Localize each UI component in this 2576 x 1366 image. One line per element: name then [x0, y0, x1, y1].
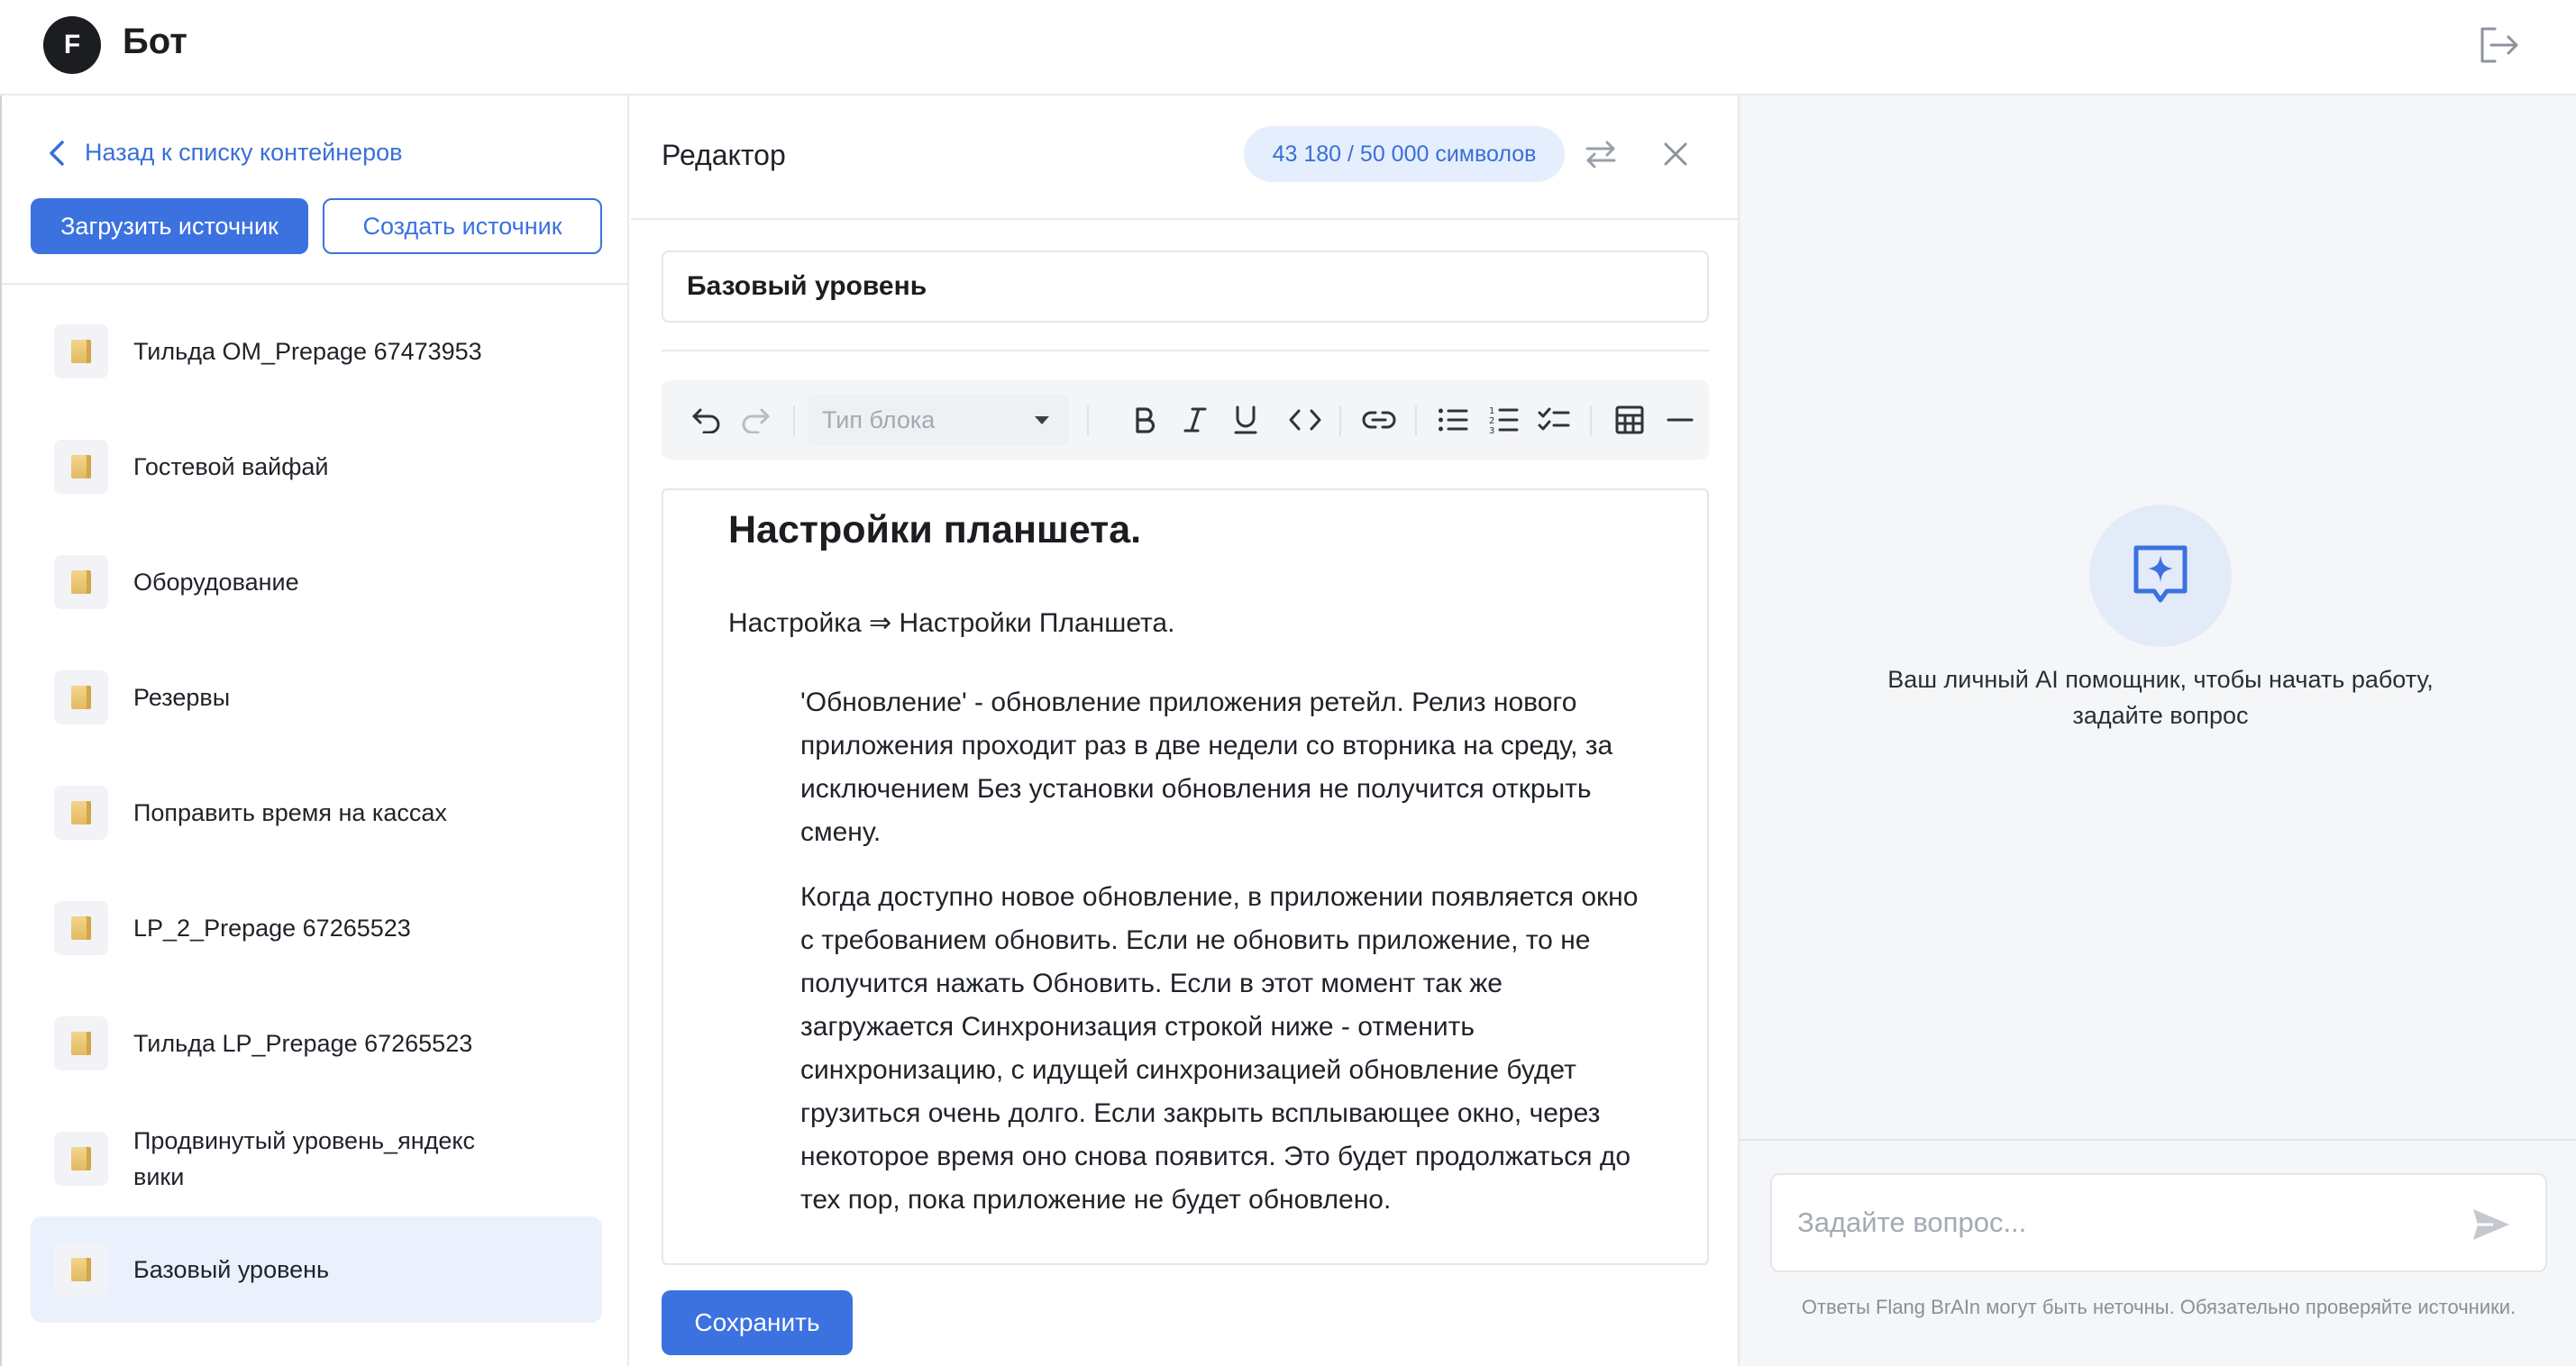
editor-panel: Редактор 43 180 / 50 000 символов Базовы…	[631, 96, 1738, 1366]
source-item-label: Тильда OM_Prepage 67473953	[133, 338, 482, 365]
source-item[interactable]: Продвинутый уровень_яндекс вики	[31, 1101, 602, 1216]
editor-content[interactable]: Настройки планшета. Настройка ⇒ Настройк…	[662, 488, 1709, 1265]
create-source-button[interactable]: Создать источник	[323, 198, 602, 254]
table-icon[interactable]	[1610, 400, 1649, 440]
toolbar-separator	[1339, 405, 1341, 436]
toolbar-separator	[1415, 405, 1417, 436]
ai-assistant-icon	[2089, 505, 2232, 647]
app-header: F Бот	[0, 0, 2576, 96]
title-divider	[662, 350, 1709, 351]
question-input-placeholder: Задайте вопрос...	[1797, 1207, 2027, 1238]
source-item[interactable]: LP_2_Prepage 67265523	[31, 870, 602, 986]
editor-title: Редактор	[662, 139, 786, 171]
folder-icon	[54, 324, 108, 378]
folder-icon	[54, 901, 108, 955]
underline-icon[interactable]	[1226, 400, 1265, 440]
app-logo: F	[43, 16, 101, 74]
assistant-disclaimer: Ответы Flang BrAIn могут быть неточны. О…	[1801, 1296, 2517, 1318]
question-input[interactable]: Задайте вопрос...	[1770, 1173, 2547, 1272]
char-count-badge: 43 180 / 50 000 символов	[1244, 126, 1565, 182]
source-item-label: Резервы	[133, 684, 231, 711]
upload-source-button[interactable]: Загрузить источник	[31, 198, 308, 254]
back-to-containers-link[interactable]: Назад к списку контейнеров	[49, 139, 403, 167]
back-link-label: Назад к списку контейнеров	[85, 139, 403, 166]
link-icon[interactable]	[1359, 400, 1399, 440]
source-item-label: Базовый уровень	[133, 1256, 330, 1283]
folder-icon	[54, 1132, 108, 1186]
source-item-label: Тильда LP_Prepage 67265523	[133, 1030, 473, 1057]
folder-icon	[54, 440, 108, 494]
source-item-label: Поправить время на кассах	[133, 799, 447, 826]
source-item-label: Продвинутый уровень_яндекс вики	[133, 1127, 475, 1190]
horizontal-rule-icon[interactable]	[1660, 400, 1700, 440]
toolbar-separator	[1087, 405, 1089, 436]
content-heading: Настройки планшета.	[728, 508, 1142, 551]
assistant-divider	[1740, 1139, 2576, 1141]
editor-toolbar: Тип блока 123	[662, 380, 1709, 460]
bullet-list-icon[interactable]	[1433, 400, 1473, 440]
undo-icon[interactable]	[687, 400, 726, 440]
folder-icon	[54, 1016, 108, 1070]
source-item-label: LP_2_Prepage 67265523	[133, 915, 411, 942]
folder-icon	[54, 555, 108, 609]
content-paragraph: 'Обновление' - обновление приложения рет…	[800, 688, 1613, 847]
numbered-list-icon[interactable]: 123	[1484, 400, 1523, 440]
sources-sidebar: Назад к списку контейнеров Загрузить ист…	[0, 96, 629, 1366]
logout-icon[interactable]	[2477, 25, 2520, 65]
content-paragraph: Когда доступно новое обновление, в прило…	[800, 882, 1639, 1215]
block-type-select[interactable]: Тип блока	[808, 395, 1069, 445]
svg-text:1: 1	[1489, 406, 1494, 416]
redo-icon[interactable]	[735, 400, 775, 440]
save-button[interactable]: Сохранить	[662, 1290, 853, 1355]
svg-text:2: 2	[1489, 416, 1494, 426]
source-list: Тильда OM_Prepage 67473953 Гостевой вайф…	[31, 294, 602, 1323]
assistant-intro-text: Ваш личный AI помощник, чтобы начать раб…	[1887, 666, 2434, 729]
source-item[interactable]: Тильда OM_Prepage 67473953	[31, 294, 602, 409]
source-item-label: Гостевой вайфай	[133, 453, 329, 480]
block-type-placeholder: Тип блока	[822, 405, 936, 433]
folder-icon	[54, 1243, 108, 1297]
italic-icon[interactable]	[1175, 400, 1215, 440]
editor-header: Редактор 43 180 / 50 000 символов	[631, 96, 1738, 220]
source-item-label: Оборудование	[133, 569, 299, 596]
source-item[interactable]: Поправить время на кассах	[31, 755, 602, 870]
toolbar-separator	[1590, 405, 1592, 436]
source-item[interactable]: Резервы	[31, 640, 602, 755]
ai-assistant-panel: Ваш личный AI помощник, чтобы начать раб…	[1738, 96, 2576, 1366]
chevron-left-icon	[50, 140, 64, 166]
svg-text:3: 3	[1489, 426, 1494, 435]
source-item[interactable]: Гостевой вайфай	[31, 409, 602, 524]
code-icon[interactable]	[1285, 400, 1325, 440]
folder-icon	[54, 670, 108, 724]
source-item-active[interactable]: Базовый уровень	[31, 1216, 602, 1323]
swap-icon[interactable]	[1585, 139, 1617, 174]
toolbar-separator	[793, 405, 795, 436]
close-icon[interactable]	[1662, 141, 1689, 172]
app-title: Бот	[123, 22, 187, 61]
sidebar-divider	[2, 283, 629, 285]
folder-icon	[54, 786, 108, 840]
content-path: Настройка ⇒ Настройки Планшета.	[728, 608, 1175, 638]
send-icon[interactable]	[2471, 1207, 2511, 1249]
checklist-icon[interactable]	[1534, 400, 1574, 440]
document-title-input[interactable]: Базовый уровень	[662, 250, 1709, 323]
caret-down-icon	[1035, 416, 1049, 424]
source-item[interactable]: Тильда LP_Prepage 67265523	[31, 986, 602, 1101]
source-item[interactable]: Оборудование	[31, 524, 602, 640]
bold-icon[interactable]	[1125, 400, 1165, 440]
